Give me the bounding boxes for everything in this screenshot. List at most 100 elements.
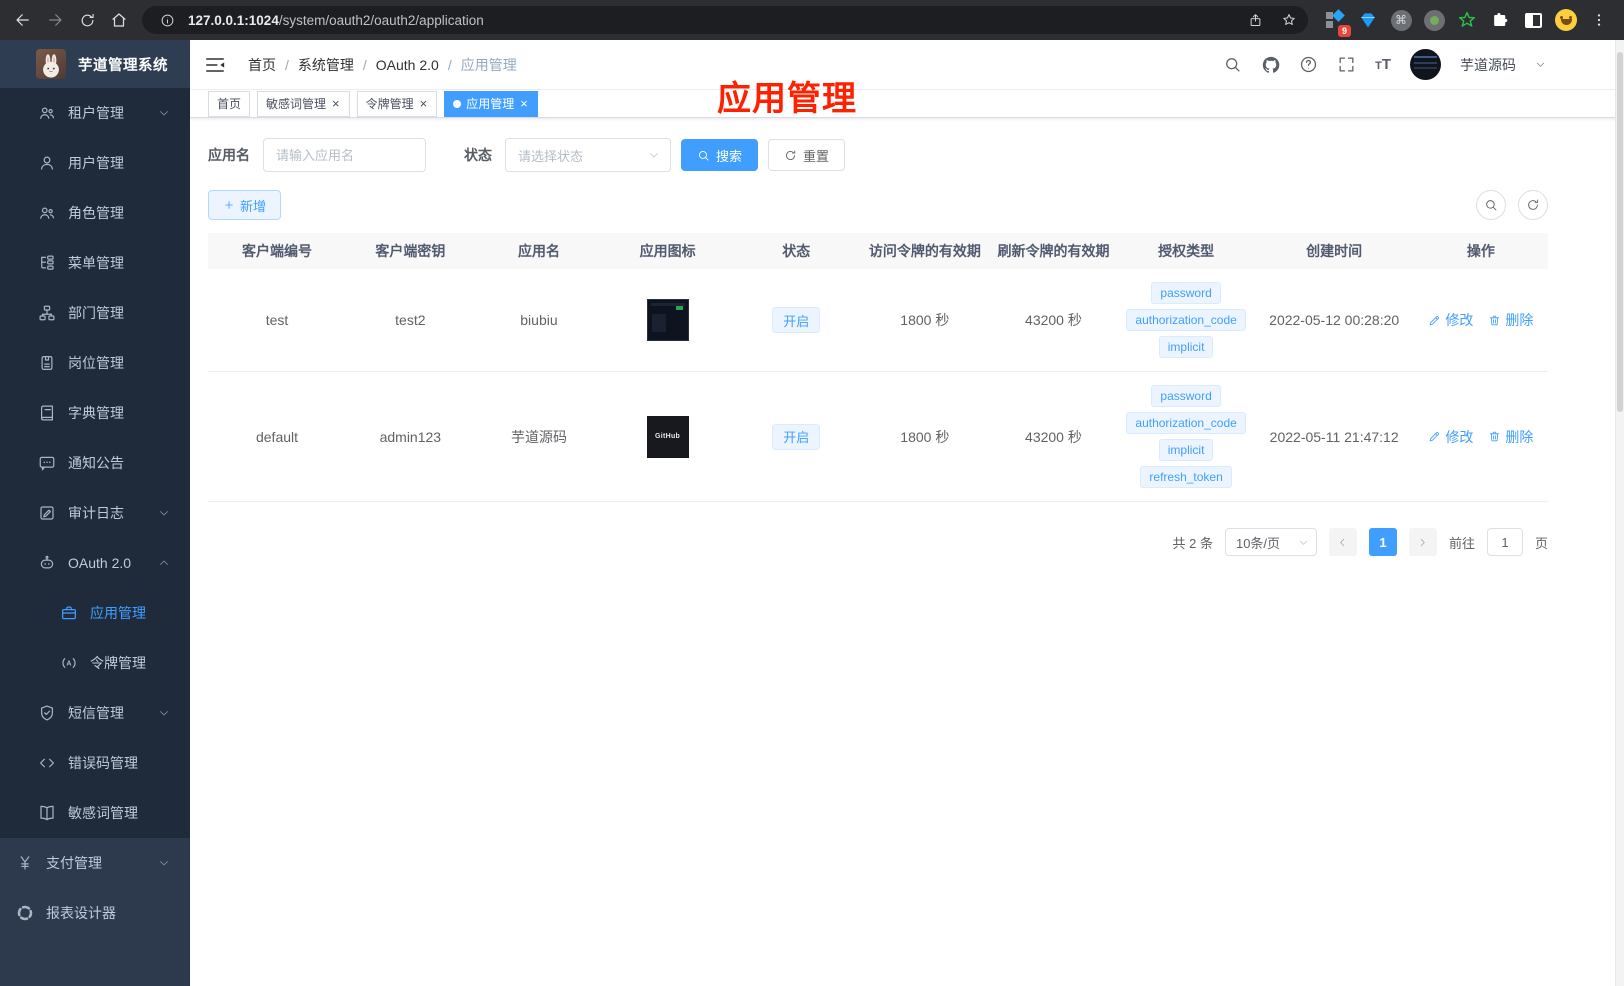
refresh-table-icon[interactable] (1518, 190, 1548, 220)
scrollbar-track[interactable] (1615, 40, 1624, 986)
address-bar[interactable]: 127.0.0.1:1024/system/oauth2/oauth2/appl… (142, 6, 1308, 34)
page-number-1[interactable]: 1 (1368, 528, 1397, 556)
sidebar-item-通知公告[interactable]: 通知公告 (0, 438, 190, 488)
user-caret-down-icon[interactable] (1535, 59, 1546, 70)
recorder-extension-icon[interactable] (1419, 5, 1449, 35)
sidebar-item-部门管理[interactable]: 部门管理 (0, 288, 190, 338)
sidepanel-icon[interactable] (1518, 5, 1548, 35)
add-button[interactable]: 新增 (208, 190, 282, 220)
toggle-search-icon[interactable] (1476, 190, 1506, 220)
gem-extension-icon[interactable] (1353, 5, 1383, 35)
url-text: 127.0.0.1:1024/system/oauth2/oauth2/appl… (188, 12, 484, 28)
sidebar-item-令牌管理[interactable]: A 令牌管理 (0, 638, 190, 688)
browser-back-icon[interactable] (8, 5, 38, 35)
sidebar-item-OAuth 2.0[interactable]: OAuth 2.0 (0, 538, 190, 588)
delete-icon (1488, 430, 1501, 443)
close-tab-icon[interactable]: × (419, 97, 429, 110)
browser-reload-icon[interactable] (72, 5, 102, 35)
sidebar-item-敏感词管理[interactable]: 敏感词管理 (0, 788, 190, 838)
browser-toolbar: 127.0.0.1:1024/system/oauth2/oauth2/appl… (0, 0, 1624, 40)
share-icon[interactable] (1242, 7, 1268, 33)
browser-menu-icon[interactable] (1584, 5, 1614, 35)
profile-emoji-icon[interactable] (1551, 5, 1581, 35)
tab-敏感词管理[interactable]: 敏感词管理 × (257, 90, 350, 117)
sidebar-item-短信管理[interactable]: 短信管理 (0, 688, 190, 738)
menu-tree-icon (38, 254, 56, 272)
sidebar-item-label: 令牌管理 (90, 655, 146, 671)
main-panel: 首页 / 系统管理 / OAuth 2.0/应用管理 TT 芋道源码 首页 敏感词管理 × 令… (190, 40, 1624, 986)
site-info-icon[interactable] (154, 7, 180, 33)
annotation-overlay-text: 应用管理 (717, 80, 857, 118)
tab-首页[interactable]: 首页 (208, 90, 251, 117)
sidebar-item-应用管理[interactable]: 应用管理 (0, 588, 190, 638)
font-size-icon[interactable]: TT (1375, 56, 1391, 73)
help-icon[interactable] (1299, 55, 1318, 74)
tags-view-bar: 首页 敏感词管理 × 令牌管理 × 应用管理 × (190, 90, 1624, 118)
close-tab-icon[interactable]: × (519, 97, 529, 110)
column-header-状态: 状态 (782, 243, 811, 259)
edit-link[interactable]: 修改 (1428, 310, 1473, 330)
sidebar-item-岗位管理[interactable]: 岗位管理 (0, 338, 190, 388)
puzzle-extensions-icon[interactable] (1485, 5, 1515, 35)
fullscreen-icon[interactable] (1337, 55, 1356, 74)
breadcrumb-item-OAuth 2.0[interactable]: OAuth 2.0 (376, 57, 439, 73)
close-tab-icon[interactable]: × (331, 97, 341, 110)
cell-access-token-validity: 1800 秒 (900, 428, 950, 445)
sidebar-item-支付管理[interactable]: 支付管理 (0, 838, 190, 888)
report-icon (16, 904, 34, 922)
sidebar-item-审计日志[interactable]: 审计日志 (0, 488, 190, 538)
app-name-input[interactable] (263, 138, 426, 172)
sidebar-item-租户管理[interactable]: 租户管理 (0, 88, 190, 138)
star-extension-icon[interactable] (1452, 5, 1482, 35)
prev-page-button[interactable] (1328, 528, 1357, 556)
search-button-icon (697, 149, 710, 162)
reset-button[interactable]: 重置 (768, 139, 846, 171)
breadcrumb-item-系统管理[interactable]: 系统管理 (298, 55, 354, 75)
sidebar-item-报表设计器[interactable]: 报表设计器 (0, 888, 190, 938)
tab-令牌管理[interactable]: 令牌管理 × (356, 90, 438, 117)
sidebar-item-label: 用户管理 (68, 155, 124, 171)
tab-应用管理[interactable]: 应用管理 × (444, 90, 538, 117)
edit-link[interactable]: 修改 (1428, 427, 1473, 447)
cell-app-name: 芋道源码 (510, 428, 567, 445)
bookmark-star-icon[interactable] (1276, 7, 1302, 33)
sidebar-item-用户管理[interactable]: 用户管理 (0, 138, 190, 188)
column-header-客户端编号: 客户端编号 (242, 243, 312, 259)
status-select[interactable]: 请选择状态 (505, 138, 671, 172)
column-header-操作: 操作 (1466, 243, 1495, 259)
page-size-select[interactable]: 10条/页 (1224, 528, 1317, 556)
github-icon[interactable] (1261, 55, 1280, 74)
sidebar-item-label: 错误码管理 (68, 755, 138, 771)
chevron-down-icon (648, 149, 660, 161)
breadcrumb-item-首页[interactable]: 首页 (248, 55, 276, 75)
delete-link[interactable]: 删除 (1488, 427, 1533, 447)
sidebar-item-字典管理[interactable]: 字典管理 (0, 388, 190, 438)
post-badge-icon (38, 354, 56, 372)
table-toolbar: 新增 (208, 190, 1548, 220)
header-search-icon[interactable] (1223, 55, 1242, 74)
scrollbar-thumb[interactable] (1617, 52, 1623, 412)
sidebar-item-菜单管理[interactable]: 菜单管理 (0, 238, 190, 288)
column-header-应用图标: 应用图标 (639, 243, 696, 259)
grant-type-tag: implicit (1158, 336, 1214, 358)
user-name[interactable]: 芋道源码 (1460, 55, 1516, 75)
sidebar-item-角色管理[interactable]: 角色管理 (0, 188, 190, 238)
total-count: 共 2 条 (1172, 535, 1213, 551)
app-logo[interactable]: 芋道管理系统 (0, 40, 190, 88)
tampermonkey-extension-icon[interactable]: 9 (1320, 5, 1351, 37)
browser-home-icon[interactable] (104, 5, 134, 35)
message-icon (38, 454, 56, 472)
sidebar-item-错误码管理[interactable]: 错误码管理 (0, 738, 190, 788)
avatar[interactable] (1410, 49, 1441, 80)
goto-page-input[interactable] (1486, 528, 1523, 556)
browser-forward-icon[interactable] (40, 5, 70, 35)
breadcrumb-separator: / (285, 56, 289, 73)
search-button[interactable]: 搜索 (681, 139, 759, 171)
applications-table: 客户端编号 客户端密钥 应用名 应用图标 状态 访问令牌的有效期 刷新令牌的有效期 授权类型 创… (208, 233, 1548, 502)
delete-link[interactable]: 删除 (1488, 310, 1533, 330)
command-extension-icon[interactable]: ⌘ (1386, 5, 1416, 35)
table-row: default admin123 芋道源码 GitHub 开启 1800 秒 43200 秒… (208, 372, 1548, 502)
extension-badge: 9 (1337, 25, 1351, 37)
next-page-button[interactable] (1408, 528, 1437, 556)
collapse-sidebar-icon[interactable] (204, 54, 226, 76)
